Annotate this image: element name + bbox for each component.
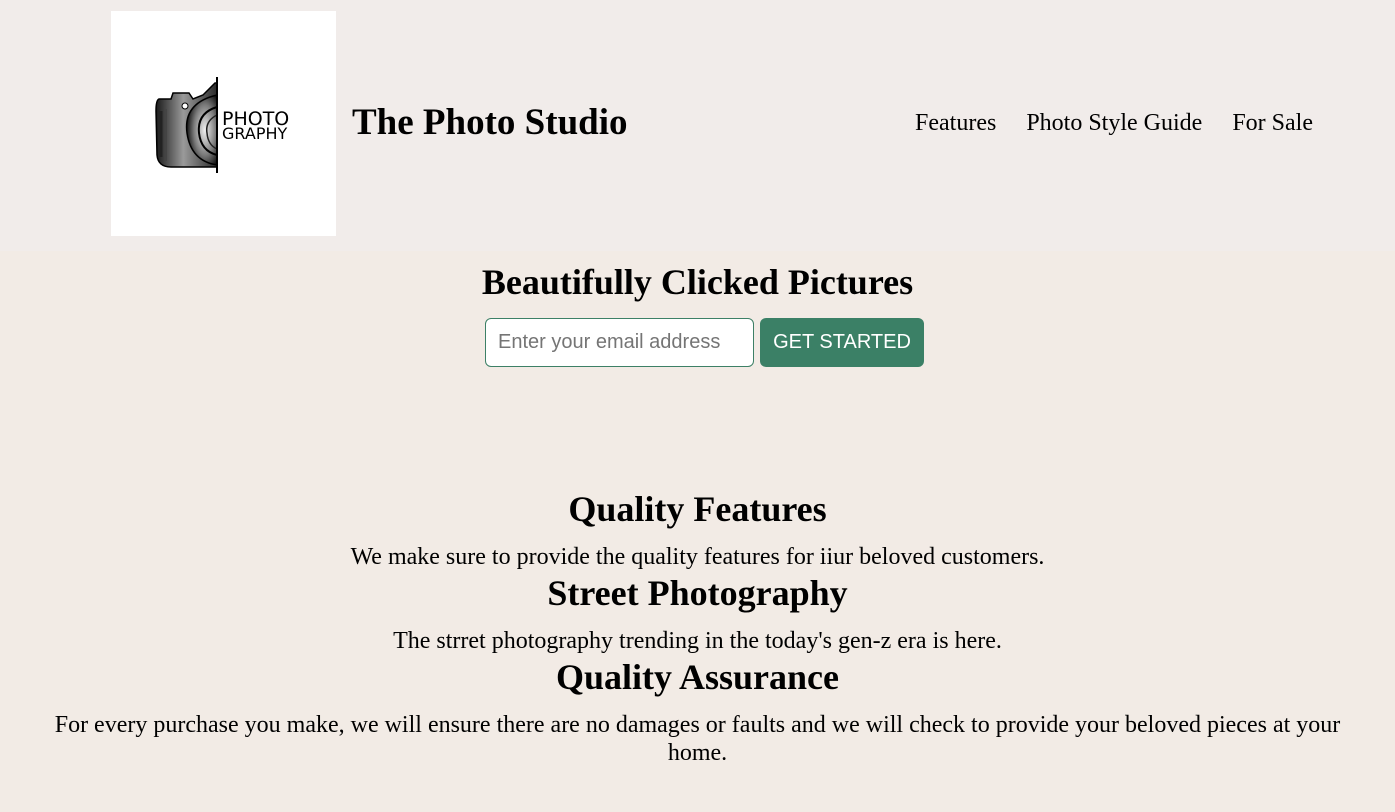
get-started-button[interactable]: GET STARTED	[760, 318, 924, 367]
feature-text-street-photography: The strret photography trending in the t…	[393, 628, 1002, 654]
feature-text-quality-features: We make sure to provide the quality feat…	[350, 544, 1045, 570]
email-input[interactable]	[485, 318, 754, 367]
logo[interactable]: PHOTO GRAPHY	[111, 11, 336, 236]
main-nav: Features Photo Style Guide For Sale	[915, 108, 1313, 138]
feature-heading-quality-assurance: Quality Assurance	[555, 657, 840, 697]
feature-heading-street-photography: Street Photography	[547, 573, 848, 613]
feature-heading-quality-features: Quality Features	[568, 489, 827, 529]
nav-link-features[interactable]: Features	[915, 108, 996, 138]
hero-title: Beautifully Clicked Pictures	[481, 262, 914, 302]
logo-text-graphy: GRAPHY	[222, 124, 287, 143]
nav-link-photo-style-guide[interactable]: Photo Style Guide	[1026, 108, 1202, 138]
feature-text-quality-assurance: For every purchase you make, we will ens…	[54, 712, 1341, 766]
site-header: PHOTO GRAPHY The Photo Studio Features P…	[0, 0, 1395, 251]
camera-icon: PHOTO GRAPHY	[155, 77, 289, 173]
nav-link-for-sale[interactable]: For Sale	[1232, 108, 1313, 138]
site-title: The Photo Studio	[352, 102, 628, 143]
